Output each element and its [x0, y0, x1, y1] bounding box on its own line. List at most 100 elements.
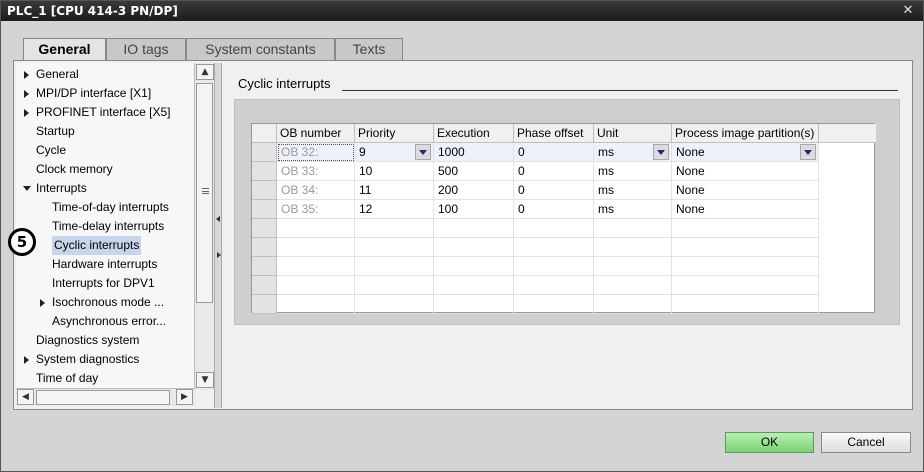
table-cell: [355, 276, 434, 295]
tree-item[interactable]: General: [36, 65, 79, 84]
table-cell: [594, 238, 672, 257]
table-cell: [514, 295, 594, 314]
scroll-up-icon[interactable]: ▲: [196, 64, 214, 80]
table-cell[interactable]: 0: [514, 200, 594, 219]
tree-item[interactable]: Time-of-day interrupts: [52, 198, 169, 217]
column-header-filler: [819, 124, 876, 143]
tree-item[interactable]: Time of day: [36, 369, 98, 388]
collapsed-arrow-icon[interactable]: [24, 90, 29, 98]
table-cell[interactable]: ms: [594, 181, 672, 200]
tree-item[interactable]: Startup: [36, 122, 75, 141]
table-cell: [355, 295, 434, 314]
tab-system-constants[interactable]: System constants: [186, 38, 335, 60]
column-header[interactable]: OB number: [277, 124, 355, 143]
row-header[interactable]: [252, 143, 277, 162]
tab-texts[interactable]: Texts: [335, 38, 403, 60]
row-header[interactable]: [252, 162, 277, 181]
table-cell: [434, 257, 514, 276]
tree-item[interactable]: Interrupts: [36, 179, 87, 198]
row-header[interactable]: [252, 181, 277, 200]
column-header[interactable]: Execution: [434, 124, 514, 143]
table-cell[interactable]: None: [672, 162, 819, 181]
collapse-left-icon[interactable]: [216, 216, 220, 222]
window-title: PLC_1 [CPU 414-3 PN/DP]: [7, 4, 178, 18]
table-cell: [672, 295, 819, 314]
tree-item[interactable]: System diagnostics: [36, 350, 139, 369]
tree-item[interactable]: PROFINET interface [X5]: [36, 103, 171, 122]
collapsed-arrow-icon[interactable]: [24, 356, 29, 364]
table-cell[interactable]: 100: [434, 200, 514, 219]
tab-general[interactable]: General: [23, 38, 106, 61]
tree-item[interactable]: Clock memory: [36, 160, 113, 179]
scroll-down-icon[interactable]: ▼: [196, 372, 214, 388]
table-cell: [277, 257, 355, 276]
table-cell: [594, 276, 672, 295]
title-bar: PLC_1 [CPU 414-3 PN/DP] ✕: [1, 1, 923, 21]
scroll-left-icon[interactable]: ◀: [17, 389, 34, 405]
table-cell[interactable]: None: [672, 143, 819, 162]
tree-item[interactable]: Asynchronous error...: [52, 312, 166, 331]
panel-splitter[interactable]: [214, 63, 222, 408]
table-cell[interactable]: 10: [355, 162, 434, 181]
table-cell[interactable]: 1000: [434, 143, 514, 162]
table-cell[interactable]: None: [672, 200, 819, 219]
close-icon[interactable]: ✕: [901, 4, 915, 18]
table-cell[interactable]: 200: [434, 181, 514, 200]
tree-item[interactable]: Isochronous mode ...: [52, 293, 164, 312]
ok-button[interactable]: OK: [725, 432, 814, 453]
tree-item[interactable]: Time-delay interrupts: [52, 217, 164, 236]
table-cell[interactable]: 500: [434, 162, 514, 181]
table-cell[interactable]: 11: [355, 181, 434, 200]
grip-icon: [202, 188, 209, 194]
section-title: Cyclic interrupts: [238, 76, 331, 91]
row-header[interactable]: [252, 276, 277, 295]
unit-dropdown-icon[interactable]: [653, 144, 669, 160]
table-cell[interactable]: None: [672, 181, 819, 200]
tree-vertical-scrollbar[interactable]: ▲ ▼: [194, 63, 214, 390]
row-header[interactable]: [252, 200, 277, 219]
row-header[interactable]: [252, 238, 277, 257]
tree-item[interactable]: Cyclic interrupts: [52, 236, 142, 255]
horizontal-scroll-thumb[interactable]: [36, 390, 170, 405]
row-header[interactable]: [252, 219, 277, 238]
table-cell[interactable]: 0: [514, 181, 594, 200]
tree-horizontal-scrollbar[interactable]: ◀ ▶: [16, 388, 196, 406]
tree-item[interactable]: Hardware interrupts: [52, 255, 157, 274]
table-cell: [355, 238, 434, 257]
row-header[interactable]: [252, 257, 277, 276]
tab-io-tags[interactable]: IO tags: [106, 38, 186, 60]
column-header[interactable]: Priority: [355, 124, 434, 143]
step-number-badge: 5: [8, 228, 36, 256]
collapsed-arrow-icon[interactable]: [24, 109, 29, 117]
tree-item[interactable]: Diagnostics system: [36, 331, 139, 350]
content-panel: Cyclic interrupts OB number Priority Execu…: [224, 63, 910, 407]
tree-item[interactable]: Cycle: [36, 141, 66, 160]
collapsed-arrow-icon[interactable]: [40, 299, 45, 307]
column-header[interactable]: Unit: [594, 124, 672, 143]
table-cell: [672, 276, 819, 295]
table-cell: [277, 276, 355, 295]
table-cell: [514, 276, 594, 295]
table-cell[interactable]: ms: [594, 162, 672, 181]
table-cell: [277, 295, 355, 314]
tree-item[interactable]: Interrupts for DPV1: [52, 274, 155, 293]
table-cell: [355, 219, 434, 238]
scroll-right-icon[interactable]: ▶: [176, 389, 193, 405]
collapsed-arrow-icon[interactable]: [24, 71, 29, 79]
table-cell[interactable]: 12: [355, 200, 434, 219]
grid-panel: OB number Priority Execution Phase offset Un…: [234, 99, 900, 325]
priority-dropdown-icon[interactable]: [415, 144, 431, 160]
table-cell[interactable]: 0: [514, 143, 594, 162]
expanded-arrow-icon[interactable]: [23, 186, 31, 191]
expand-right-icon[interactable]: [217, 252, 221, 258]
row-header[interactable]: [252, 295, 277, 314]
table-cell: [672, 219, 819, 238]
column-header[interactable]: Process image partition(s): [672, 124, 819, 143]
table-cell[interactable]: ms: [594, 200, 672, 219]
column-header[interactable]: Phase offset: [514, 124, 594, 143]
cancel-button[interactable]: Cancel: [821, 432, 911, 453]
tree-item[interactable]: MPI/DP interface [X1]: [36, 84, 151, 103]
table-cell[interactable]: 0: [514, 162, 594, 181]
partition-dropdown-icon[interactable]: [800, 144, 816, 160]
scroll-thumb[interactable]: [196, 83, 213, 303]
